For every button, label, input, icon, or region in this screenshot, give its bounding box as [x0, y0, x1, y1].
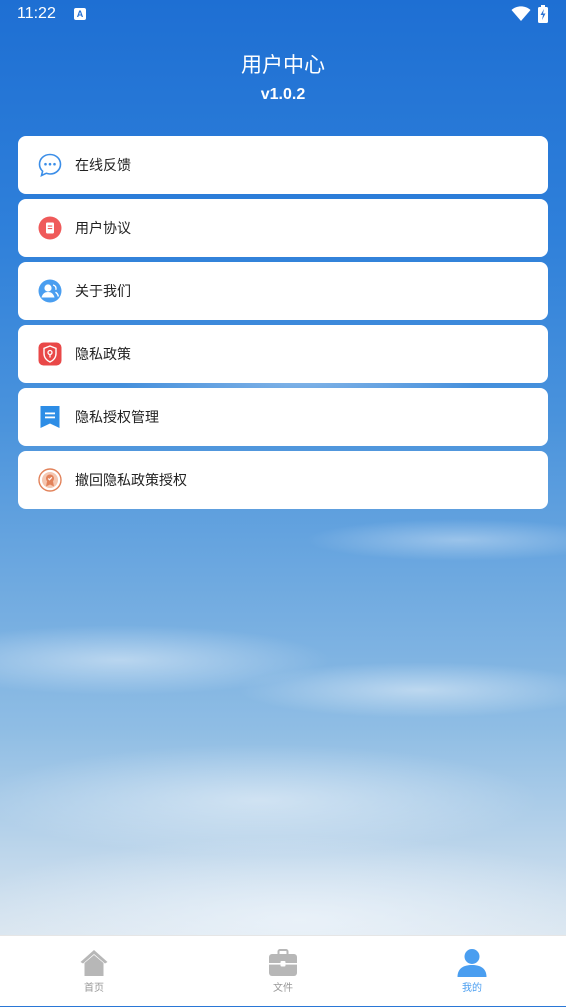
menu-list: 在线反馈 用户协议 关于我们 隐私政策 隐私授权管理 撤回隐私政策授权 [18, 136, 548, 514]
chat-bubble-icon [38, 153, 62, 177]
menu-item-revoke-authorization[interactable]: 撤回隐私政策授权 [18, 451, 548, 509]
tab-home[interactable]: 首页 [44, 936, 144, 1007]
tab-mine[interactable]: 我的 [422, 936, 522, 1007]
battery-icon [538, 5, 548, 23]
tab-files[interactable]: 文件 [233, 936, 333, 1007]
menu-item-privacy-authorization[interactable]: 隐私授权管理 [18, 388, 548, 446]
menu-item-label: 撤回隐私政策授权 [75, 473, 187, 489]
tab-label: 我的 [462, 983, 482, 994]
menu-item-label: 隐私授权管理 [75, 410, 159, 426]
menu-item-about-us[interactable]: 关于我们 [18, 262, 548, 320]
menu-item-label: 隐私政策 [75, 347, 131, 363]
tab-label: 文件 [273, 983, 293, 994]
users-icon [38, 279, 62, 303]
app-version: v1.0.2 [260, 86, 306, 103]
status-time: 11:22 [17, 5, 56, 22]
menu-item-label: 用户协议 [75, 221, 131, 237]
menu-item-privacy-policy[interactable]: 隐私政策 [18, 325, 548, 383]
menu-item-user-agreement[interactable]: 用户协议 [18, 199, 548, 257]
badge-icon [38, 468, 62, 492]
menu-item-label: 在线反馈 [75, 158, 131, 174]
notification-icon: A [74, 8, 86, 20]
briefcase-icon [269, 949, 297, 976]
wifi-icon [511, 6, 531, 21]
status-bar: 11:22 A [0, 0, 566, 30]
tab-label: 首页 [84, 983, 104, 994]
shield-icon [38, 342, 62, 366]
menu-item-feedback[interactable]: 在线反馈 [18, 136, 548, 194]
bottom-tab-bar: 首页 文件 我的 [0, 935, 566, 1006]
page-title: 用户中心 [241, 53, 325, 77]
bookmark-list-icon [40, 406, 60, 428]
person-icon [457, 949, 487, 977]
home-icon [80, 950, 108, 976]
document-icon [38, 216, 62, 240]
menu-item-label: 关于我们 [75, 284, 131, 300]
